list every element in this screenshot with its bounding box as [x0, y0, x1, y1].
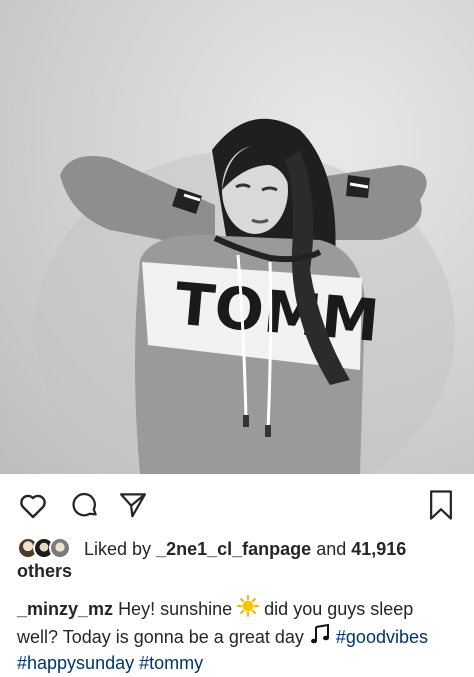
- heart-icon: [20, 494, 46, 519]
- hashtag-link[interactable]: #happysunday: [17, 653, 134, 673]
- post-photo[interactable]: TOMM: [0, 0, 474, 474]
- share-button[interactable]: [116, 488, 150, 522]
- music-notes-icon: [309, 623, 331, 651]
- save-button[interactable]: [424, 488, 458, 522]
- caption-text-1: Hey! sunshine: [118, 599, 233, 619]
- bookmark-icon: [430, 490, 452, 520]
- instagram-post: TOMM Liked by _2ne1_cl_fanpage and 41,91…: [0, 0, 474, 677]
- avatar: [49, 537, 71, 559]
- like-button[interactable]: [16, 488, 50, 522]
- post-action-bar: [0, 474, 474, 536]
- share-icon: [120, 493, 146, 518]
- sun-emoji-icon: [237, 595, 260, 623]
- likes-summary[interactable]: Liked by _2ne1_cl_fanpage and 41,916 oth…: [17, 537, 457, 582]
- others-text[interactable]: others: [17, 561, 72, 581]
- liker-avatars: [17, 537, 73, 559]
- hashtag-link[interactable]: #tommy: [139, 653, 203, 673]
- post-caption: _minzy_mz Hey! sunshine did you guys sle…: [17, 595, 457, 675]
- and-text: and: [316, 539, 347, 559]
- comment-button[interactable]: [68, 488, 102, 522]
- liked-by-username[interactable]: _2ne1_cl_fanpage: [156, 539, 311, 559]
- likes-count[interactable]: 41,916: [351, 539, 406, 559]
- portrait-illustration: TOMM: [35, 118, 455, 474]
- comment-icon: [72, 492, 97, 517]
- caption-username[interactable]: _minzy_mz: [17, 599, 113, 619]
- liked-by-prefix: Liked by: [84, 539, 152, 559]
- hashtag-link[interactable]: #goodvibes: [336, 627, 428, 647]
